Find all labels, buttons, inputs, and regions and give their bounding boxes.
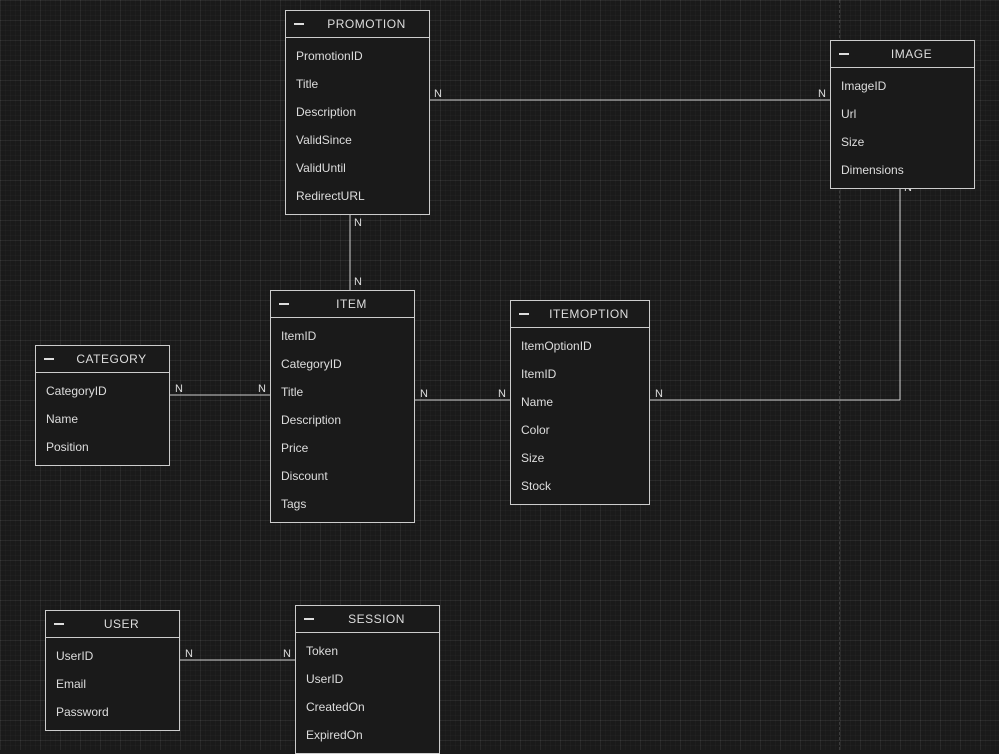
entity-attribute[interactable]: ExpiredOn: [296, 721, 439, 749]
entity-attribute[interactable]: UserID: [46, 642, 179, 670]
entity-attribute[interactable]: Size: [831, 128, 974, 156]
entity-header[interactable]: SESSION: [296, 606, 439, 633]
entity-attribute[interactable]: Title: [286, 70, 429, 98]
entity-attribute[interactable]: Discount: [271, 462, 414, 490]
entity-body: PromotionID Title Description ValidSince…: [286, 38, 429, 214]
cardinality-label: N: [354, 276, 362, 288]
entity-header[interactable]: USER: [46, 611, 179, 638]
entity-image[interactable]: IMAGE ImageID Url Size Dimensions: [830, 40, 975, 189]
entity-attribute[interactable]: Token: [296, 637, 439, 665]
entity-attribute[interactable]: ValidUntil: [286, 154, 429, 182]
entity-attribute[interactable]: CategoryID: [36, 377, 169, 405]
entity-attribute[interactable]: Title: [271, 378, 414, 406]
entity-title: ITEMOPTION: [537, 307, 641, 321]
cardinality-label: N: [185, 648, 193, 660]
entity-attribute[interactable]: ItemID: [511, 360, 649, 388]
entity-attribute[interactable]: ImageID: [831, 72, 974, 100]
entity-body: ItemOptionID ItemID Name Color Size Stoc…: [511, 328, 649, 504]
entity-attribute[interactable]: ValidSince: [286, 126, 429, 154]
entity-attribute[interactable]: UserID: [296, 665, 439, 693]
entity-attribute[interactable]: ItemOptionID: [511, 332, 649, 360]
entity-attribute[interactable]: Color: [511, 416, 649, 444]
entity-title: IMAGE: [857, 47, 966, 61]
entity-attribute[interactable]: Price: [271, 434, 414, 462]
entity-attribute[interactable]: Stock: [511, 472, 649, 500]
entity-attribute[interactable]: Name: [36, 405, 169, 433]
entity-attribute[interactable]: Dimensions: [831, 156, 974, 184]
collapse-icon[interactable]: [304, 618, 314, 620]
entity-attribute[interactable]: Url: [831, 100, 974, 128]
entity-header[interactable]: CATEGORY: [36, 346, 169, 373]
entity-attribute[interactable]: Description: [286, 98, 429, 126]
entity-header[interactable]: PROMOTION: [286, 11, 429, 38]
entity-attribute[interactable]: Email: [46, 670, 179, 698]
entity-body: ItemID CategoryID Title Description Pric…: [271, 318, 414, 522]
entity-user[interactable]: USER UserID Email Password: [45, 610, 180, 731]
entity-itemoption[interactable]: ITEMOPTION ItemOptionID ItemID Name Colo…: [510, 300, 650, 505]
collapse-icon[interactable]: [44, 358, 54, 360]
cardinality-label: N: [175, 383, 183, 395]
entity-header[interactable]: IMAGE: [831, 41, 974, 68]
entity-body: Token UserID CreatedOn ExpiredOn: [296, 633, 439, 753]
entity-body: CategoryID Name Position: [36, 373, 169, 465]
collapse-icon[interactable]: [279, 303, 289, 305]
entity-session[interactable]: SESSION Token UserID CreatedOn ExpiredOn: [295, 605, 440, 754]
entity-title: ITEM: [297, 297, 406, 311]
entity-attribute[interactable]: PromotionID: [286, 42, 429, 70]
entity-attribute[interactable]: RedirectURL: [286, 182, 429, 210]
entity-header[interactable]: ITEMOPTION: [511, 301, 649, 328]
cardinality-label: N: [434, 88, 442, 100]
entity-attribute[interactable]: Tags: [271, 490, 414, 518]
cardinality-label: N: [258, 383, 266, 395]
entity-promotion[interactable]: PROMOTION PromotionID Title Description …: [285, 10, 430, 215]
cardinality-label: N: [818, 88, 826, 100]
entity-title: SESSION: [322, 612, 431, 626]
entity-attribute[interactable]: Size: [511, 444, 649, 472]
collapse-icon[interactable]: [519, 313, 529, 315]
entity-header[interactable]: ITEM: [271, 291, 414, 318]
cardinality-label: N: [498, 388, 506, 400]
entity-attribute[interactable]: CreatedOn: [296, 693, 439, 721]
collapse-icon[interactable]: [294, 23, 304, 25]
entity-attribute[interactable]: Position: [36, 433, 169, 461]
entity-attribute[interactable]: ItemID: [271, 322, 414, 350]
entity-category[interactable]: CATEGORY CategoryID Name Position: [35, 345, 170, 466]
entity-attribute[interactable]: CategoryID: [271, 350, 414, 378]
entity-body: ImageID Url Size Dimensions: [831, 68, 974, 188]
entity-title: PROMOTION: [312, 17, 421, 31]
entity-body: UserID Email Password: [46, 638, 179, 730]
entity-attribute[interactable]: Password: [46, 698, 179, 726]
entity-attribute[interactable]: Name: [511, 388, 649, 416]
cardinality-label: N: [354, 217, 362, 229]
entity-attribute[interactable]: Description: [271, 406, 414, 434]
cardinality-label: N: [283, 648, 291, 660]
collapse-icon[interactable]: [54, 623, 64, 625]
cardinality-label: N: [420, 388, 428, 400]
entity-item[interactable]: ITEM ItemID CategoryID Title Description…: [270, 290, 415, 523]
entity-title: CATEGORY: [62, 352, 161, 366]
collapse-icon[interactable]: [839, 53, 849, 55]
entity-title: USER: [72, 617, 171, 631]
cardinality-label: N: [655, 388, 663, 400]
